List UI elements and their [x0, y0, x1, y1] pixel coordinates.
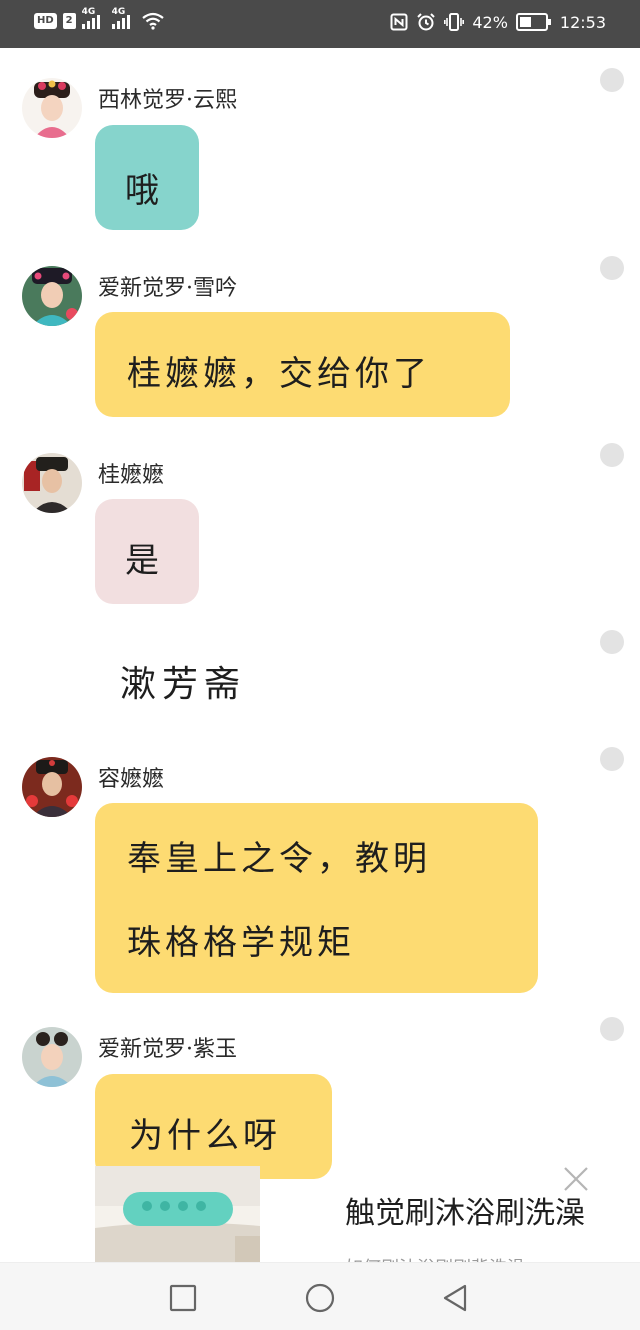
speaker-name: 爱新觉罗·紫玉 — [98, 1037, 237, 1062]
message-menu-dot[interactable] — [600, 1017, 624, 1041]
ad-title[interactable]: 触觉刷沐浴刷洗澡 — [345, 1188, 620, 1232]
signal-icon-2: 4G — [111, 7, 130, 29]
avatar[interactable] — [22, 453, 82, 513]
hd-badge: HD — [34, 13, 57, 29]
network-type-2: 4G — [111, 7, 126, 17]
speaker-name: 爱新觉罗·雪吟 — [98, 276, 237, 301]
network-type-1: 4G — [81, 7, 96, 17]
speaker-name: 桂嬷嬷 — [98, 463, 165, 488]
avatar[interactable] — [22, 78, 82, 138]
clock: 12:53 — [559, 12, 606, 32]
back-triangle-icon[interactable] — [441, 1283, 471, 1313]
message-menu-dot[interactable] — [600, 443, 624, 467]
ad-thumbnail[interactable] — [95, 1166, 260, 1266]
message-text: 是 — [125, 541, 163, 581]
close-icon[interactable] — [563, 1166, 589, 1192]
message-text-line-2: 珠格格学规矩 — [127, 923, 355, 963]
speaker-name: 容嬷嬷 — [98, 767, 165, 792]
message-bubble[interactable]: 是 — [95, 499, 199, 604]
message-text: 桂嬷嬷，交给你了 — [127, 354, 431, 394]
wifi-icon — [141, 12, 164, 30]
vibrate-icon — [444, 13, 465, 31]
status-left: HD 2 4G 4G — [34, 7, 164, 30]
avatar[interactable] — [22, 1027, 82, 1087]
message-text: 哦 — [125, 171, 163, 211]
scene-caption: 漱芳斋 — [120, 664, 247, 705]
battery-percent: 42% — [472, 12, 508, 32]
status-right: 42% 12:53 — [390, 12, 606, 32]
home-circle-icon[interactable] — [305, 1283, 335, 1313]
speaker-name: 西林觉罗·云熙 — [98, 88, 237, 113]
battery-icon — [515, 13, 551, 31]
message-menu-dot[interactable] — [600, 256, 624, 280]
nfc-icon — [390, 13, 408, 31]
chat-screen: HD 2 4G 4G 42% 12:53 西林觉罗·云熙 哦 爱新觉罗·雪吟 桂… — [0, 0, 640, 1330]
signal-icon: 4G — [81, 7, 100, 29]
recents-square-icon[interactable] — [168, 1283, 198, 1313]
status-bar: HD 2 4G 4G 42% 12:53 — [0, 0, 640, 48]
message-bubble[interactable]: 哦 — [95, 125, 199, 230]
sim-badge: 2 — [62, 13, 76, 29]
message-menu-dot[interactable] — [600, 747, 624, 771]
avatar[interactable] — [22, 757, 82, 817]
message-bubble[interactable]: 奉皇上之令，教明 珠格格学规矩 — [95, 803, 538, 993]
message-menu-dot[interactable] — [600, 68, 624, 92]
message-bubble[interactable]: 为什么呀 — [95, 1074, 332, 1179]
avatar[interactable] — [22, 266, 82, 326]
message-text: 为什么呀 — [129, 1116, 281, 1156]
caption-menu-dot[interactable] — [600, 630, 624, 654]
message-text-line-1: 奉皇上之令，教明 — [127, 839, 431, 879]
message-bubble[interactable]: 桂嬷嬷，交给你了 — [95, 312, 510, 417]
navigation-bar — [0, 1262, 640, 1330]
alarm-icon — [417, 13, 436, 31]
